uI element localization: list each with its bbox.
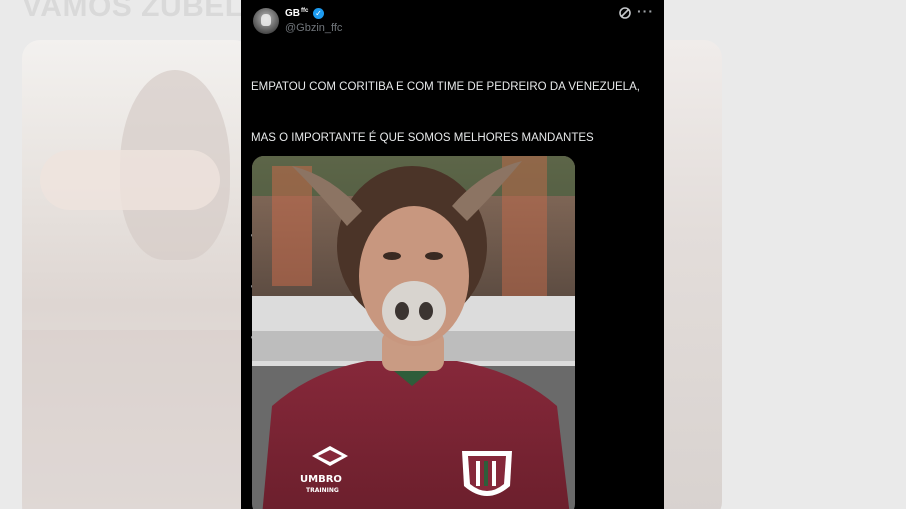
verified-badge-icon: ✓ (313, 8, 324, 19)
brand-text: UMBRO (300, 474, 342, 485)
club-crest (462, 451, 512, 496)
meme-photo: UMBRO TRAINING (252, 156, 575, 509)
background-blurred-image-right (664, 40, 722, 509)
display-name-superscript: ffc (301, 8, 309, 14)
avatar[interactable] (253, 8, 279, 34)
display-name-text: GB (285, 8, 300, 19)
tweet-card: GBffc ✓ @Gbzin_ffc ··· EMPATOU COM CORIT… (241, 0, 664, 509)
background-blur-shape (22, 330, 252, 509)
avatar-figure (261, 14, 271, 26)
display-name[interactable]: GBffc (285, 8, 308, 19)
tweet-photo[interactable]: UMBRO TRAINING (252, 156, 575, 509)
user-handle[interactable]: @Gbzin_ffc (285, 22, 342, 34)
more-options-icon[interactable]: ··· (637, 3, 654, 19)
grok-icon[interactable] (618, 6, 632, 20)
brand-subtext: TRAINING (306, 487, 339, 494)
tweet-text-line: MAS O IMPORTANTE É QUE SOMOS MELHORES MA… (251, 132, 594, 144)
tweet-text-line: EMPATOU COM CORITIBA E COM TIME DE PEDRE… (251, 81, 640, 93)
background-blur-shape (40, 150, 220, 210)
